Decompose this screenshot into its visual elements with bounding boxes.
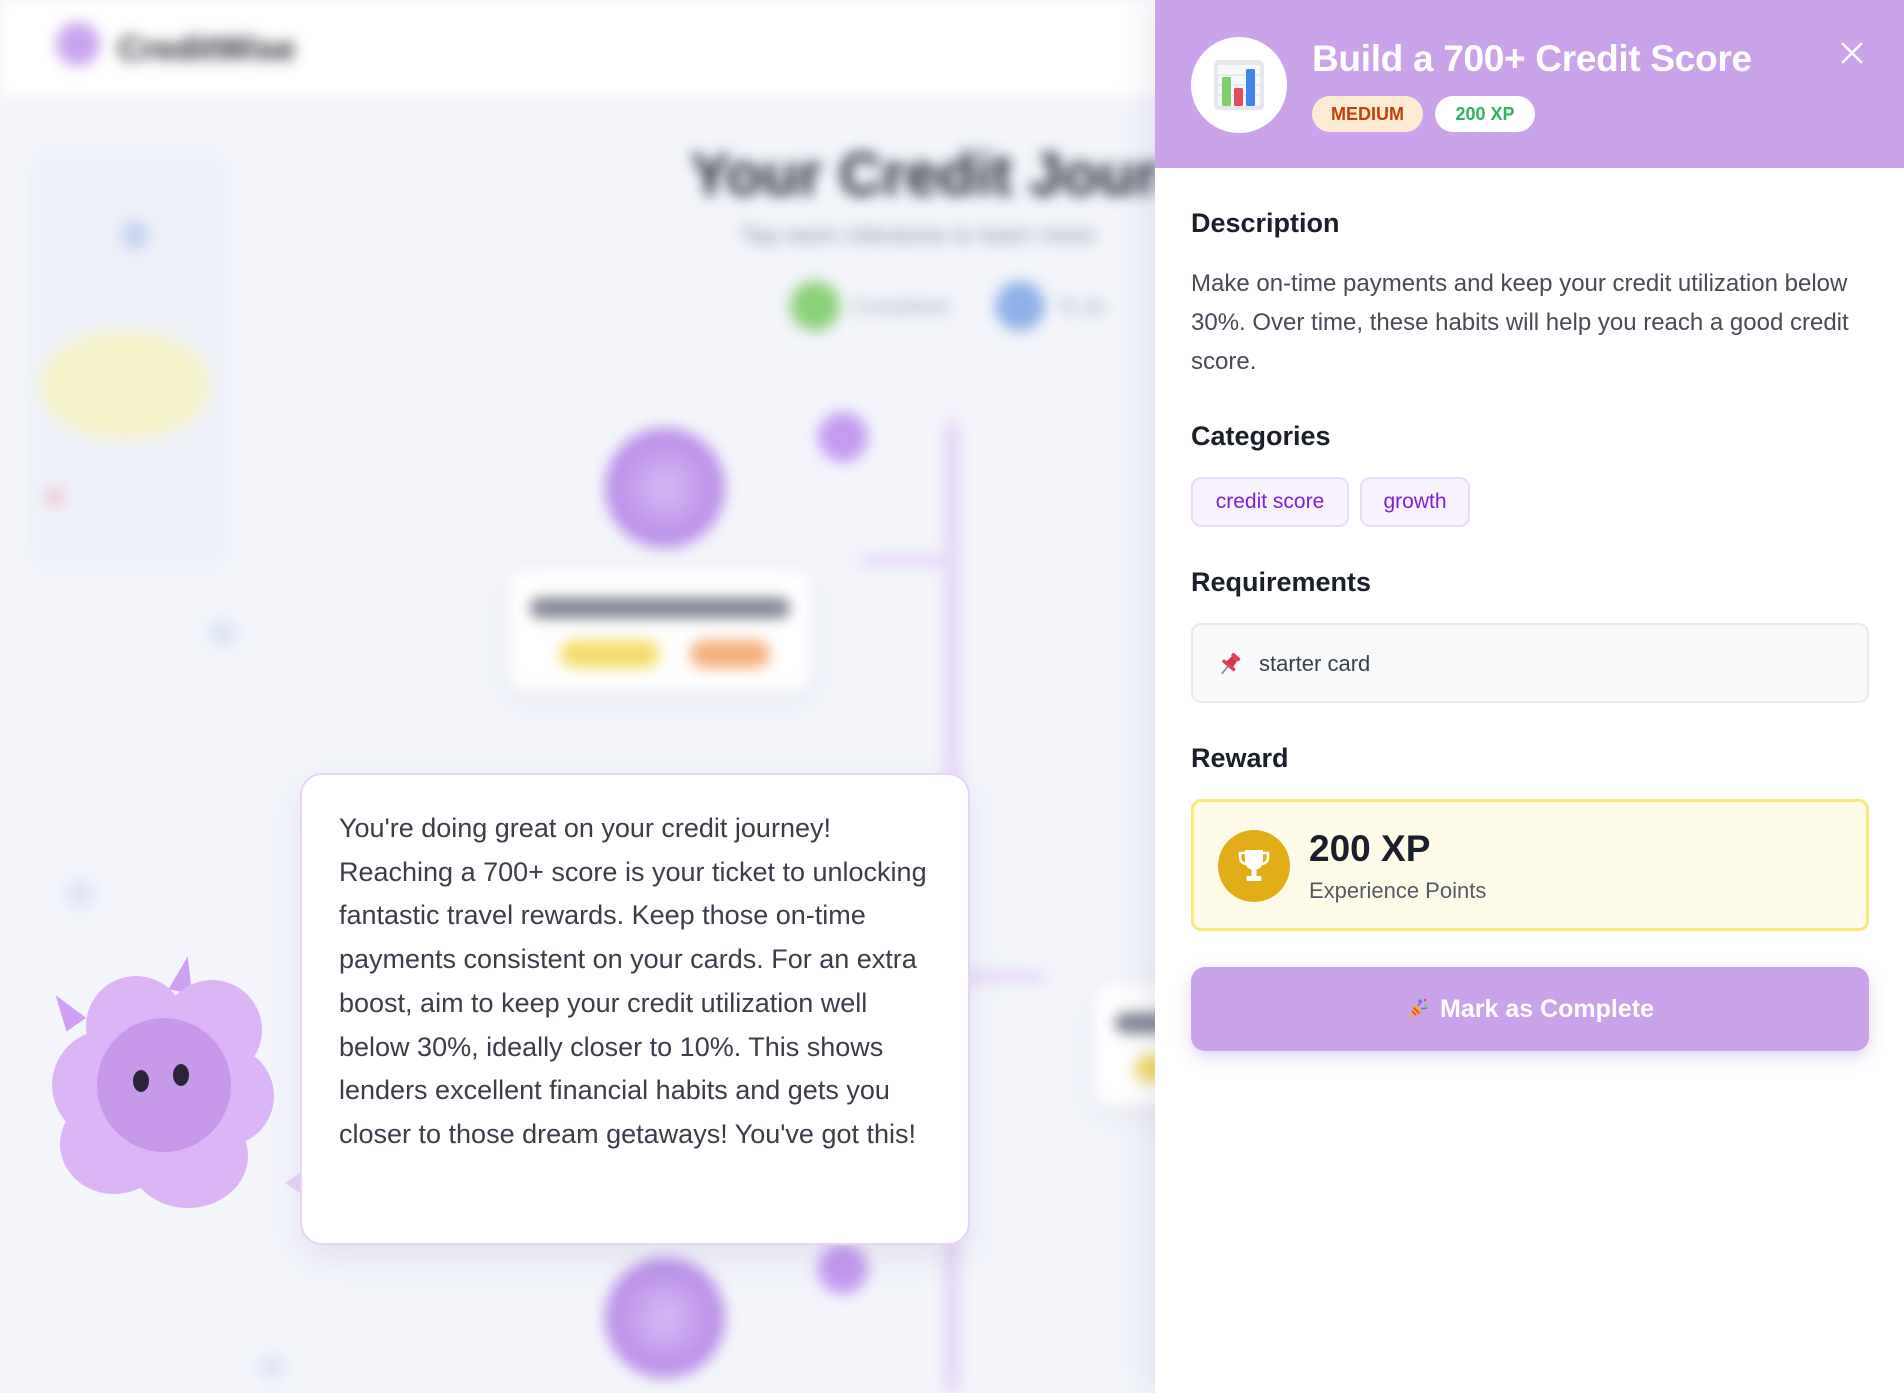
close-button[interactable]	[1837, 38, 1867, 68]
legend-completed-label: Completed	[852, 296, 949, 318]
decor-dot	[210, 620, 236, 646]
xp-badge: 200 XP	[1435, 96, 1535, 132]
mascot-message: You're doing great on your credit journe…	[339, 813, 927, 1149]
legend-todo-dot	[995, 281, 1045, 331]
difficulty-badge: MEDIUM	[1312, 96, 1423, 132]
journey-branch	[860, 556, 950, 566]
pushpin-icon	[1221, 652, 1241, 675]
decor-dot	[120, 220, 150, 250]
reward-card: 200 XP Experience Points	[1191, 799, 1869, 931]
mascot-face	[97, 1018, 231, 1152]
requirements-heading: Requirements	[1191, 567, 1372, 597]
close-icon	[1841, 42, 1863, 64]
trophy-badge	[1218, 830, 1290, 902]
mascot[interactable]	[45, 953, 274, 1208]
category-tag: growth	[1360, 477, 1470, 527]
decor-dot	[260, 1355, 284, 1379]
side-blob	[40, 330, 210, 440]
decor-dot	[66, 880, 94, 908]
legend-todo-label: To do	[1057, 296, 1106, 318]
page-subtitle: Tap each milestone to learn more	[740, 222, 1095, 249]
panel-header: Build a 700+ Credit Score MEDIUM 200 XP	[1155, 0, 1904, 168]
trophy-icon	[1238, 850, 1270, 881]
bar-chart-icon	[1214, 60, 1264, 110]
categories-heading: Categories	[1191, 421, 1331, 451]
journey-small-node	[818, 1244, 868, 1294]
mark-complete-label: Mark as Complete	[1440, 994, 1654, 1023]
mascot-eye	[133, 1070, 149, 1092]
journey-card-chip	[560, 640, 660, 668]
legend-completed-dot	[790, 281, 840, 331]
requirement-label: starter card	[1259, 651, 1371, 676]
journey-card[interactable]	[510, 570, 810, 690]
journey-card-chip	[690, 640, 770, 668]
app-name: CreditWise	[118, 30, 296, 68]
journey-small-node	[818, 412, 868, 462]
journey-card-title	[530, 598, 790, 618]
mark-complete-button[interactable]: Mark as Complete	[1191, 967, 1869, 1051]
requirement-item: starter card	[1191, 623, 1869, 703]
mascot-horn	[45, 988, 87, 1032]
milestone-icon-badge	[1191, 37, 1287, 133]
category-tag: credit score	[1191, 477, 1349, 527]
description-text: Make on-time payments and keep your cred…	[1191, 270, 1849, 375]
party-popper-icon	[1409, 998, 1428, 1018]
mascot-eye	[173, 1064, 189, 1086]
decor-dot	[46, 488, 64, 506]
app-logo-icon	[56, 22, 100, 66]
mascot-speech-bubble: You're doing great on your credit journe…	[300, 773, 970, 1245]
reward-amount: 200 XP	[1309, 828, 1431, 869]
journey-node[interactable]	[605, 1258, 725, 1378]
reward-heading: Reward	[1191, 743, 1289, 773]
milestone-detail-panel: Build a 700+ Credit Score MEDIUM 200 XP …	[1155, 0, 1904, 1393]
journey-node[interactable]	[605, 428, 725, 548]
reward-label: Experience Points	[1309, 878, 1487, 903]
milestone-title: Build a 700+ Credit Score	[1312, 38, 1752, 79]
description-heading: Description	[1191, 208, 1340, 238]
